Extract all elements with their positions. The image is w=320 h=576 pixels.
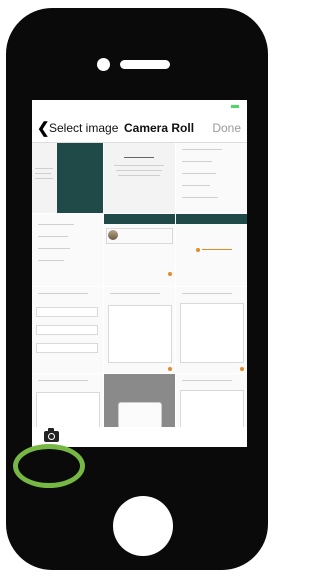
photo-thumbnail[interactable]	[104, 143, 175, 213]
phone-screen: ❮ Select image Camera Roll Done	[32, 100, 247, 447]
photo-thumbnail[interactable]	[176, 214, 247, 286]
front-camera	[97, 58, 110, 71]
photo-thumbnail[interactable]	[176, 287, 247, 373]
battery-icon	[231, 105, 239, 108]
navigation-bar: ❮ Select image Camera Roll Done	[32, 114, 247, 143]
done-button[interactable]: Done	[212, 121, 241, 135]
bottom-toolbar	[32, 427, 247, 447]
back-chevron-icon[interactable]: ❮	[37, 119, 50, 137]
photo-thumbnail[interactable]	[104, 214, 175, 286]
photo-thumbnail[interactable]	[176, 143, 247, 213]
camera-highlight-ring	[13, 444, 85, 488]
photo-thumbnail[interactable]	[32, 214, 103, 286]
photo-thumbnail[interactable]	[32, 287, 103, 373]
status-bar	[32, 100, 247, 114]
page-title: Camera Roll	[124, 121, 195, 135]
speaker-grille	[120, 60, 170, 69]
camera-icon[interactable]	[44, 428, 59, 442]
photo-thumbnail[interactable]	[32, 143, 103, 213]
photo-thumbnail[interactable]	[104, 287, 175, 373]
home-button[interactable]	[113, 496, 173, 556]
select-image-back-button[interactable]: Select image	[49, 121, 118, 135]
